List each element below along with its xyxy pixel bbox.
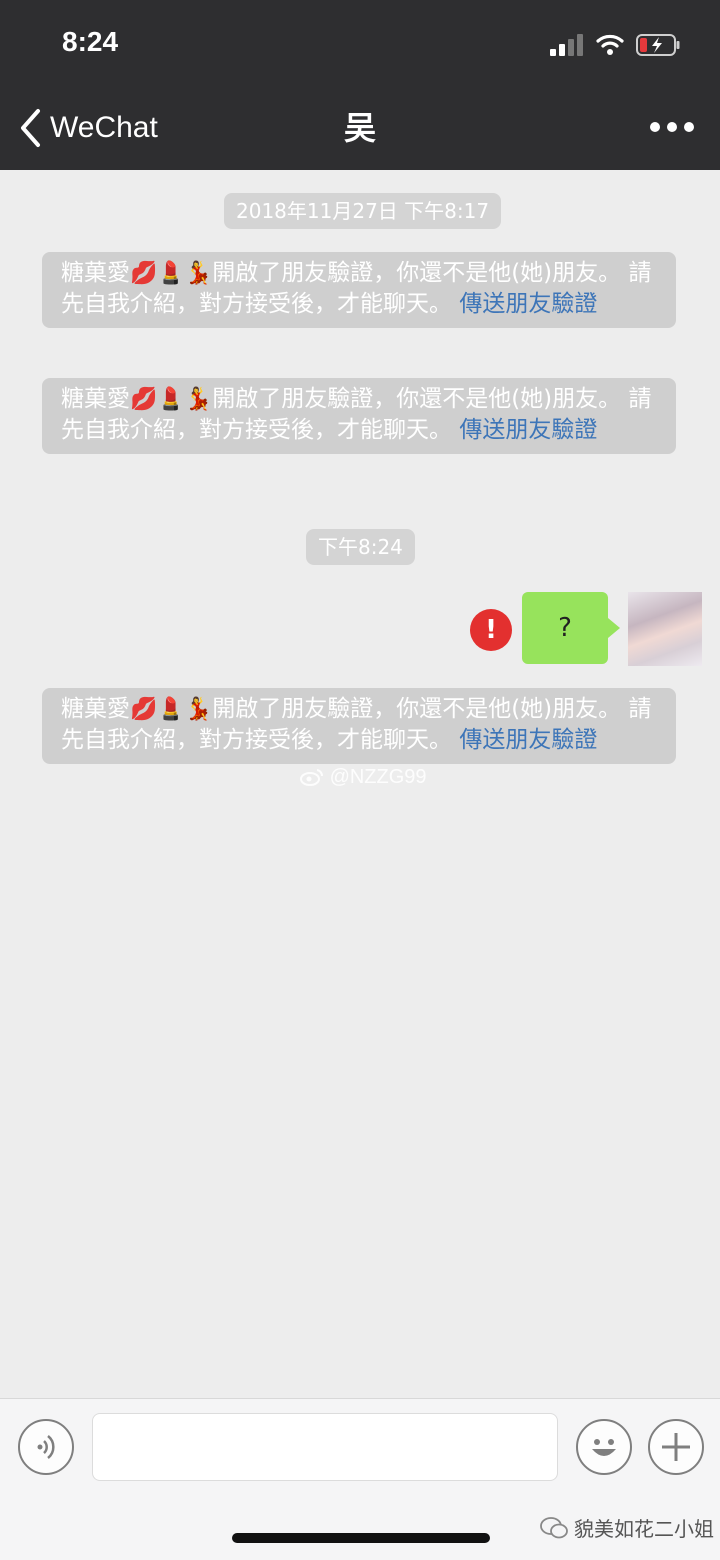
timestamp: 2018年11月27日 下午8:17 [224,193,502,229]
status-time: 8:24 [62,26,119,57]
avatar[interactable] [628,592,702,666]
input-bar: 貌美如花二小姐 [0,1398,720,1560]
emoji-group: 💋💄💃 [130,261,213,286]
voice-button[interactable] [18,1419,74,1475]
brand-text: 貌美如花二小姐 [574,1517,714,1541]
send-verification-link[interactable]: 傳送朋友驗證 [459,417,597,443]
sender-name: 糖菓愛 [61,386,130,412]
chat-title: 吴 [343,109,376,147]
home-indicator[interactable] [232,1533,490,1543]
weibo-icon [300,769,324,786]
more-icon[interactable] [650,118,694,138]
wechat-logo-icon [540,1516,568,1538]
emoji-group: 💋💄💃 [130,387,213,412]
brand-watermark: 貌美如花二小姐 [540,1513,714,1542]
weibo-watermark: @NZZG99 [300,766,427,789]
emoji-icon [592,1439,616,1456]
header: 8:24 WeChat 吴 [0,0,720,170]
system-message: 糖菓愛💋💄💃開啟了朋友驗證，你還不是他(她)朋友。 請先自我介紹，對方接受後，才… [42,688,676,764]
timestamp: 下午8:24 [306,529,415,565]
system-message: 糖菓愛💋💄💃開啟了朋友驗證，你還不是他(她)朋友。 請先自我介紹，對方接受後，才… [42,378,676,454]
signal-icon [550,34,584,56]
message-input[interactable] [92,1413,558,1481]
emoji-group: 💋💄💃 [130,697,213,722]
status-icons [550,30,690,60]
sender-name: 糖菓愛 [61,260,130,286]
watermark-text: @NZZG99 [329,766,427,788]
send-verification-link[interactable]: 傳送朋友驗證 [459,727,597,753]
error-icon[interactable]: ! [470,609,512,651]
plus-icon [662,1433,690,1461]
emoji-button[interactable] [576,1419,632,1475]
voice-icon [37,1435,55,1459]
sender-name: 糖菓愛 [61,696,130,722]
battery-icon [636,34,680,56]
plus-button[interactable] [648,1419,704,1475]
wifi-icon [596,34,624,55]
outgoing-message-bubble[interactable]: ? [522,592,620,664]
system-message: 糖菓愛💋💄💃開啟了朋友驗證，你還不是他(她)朋友。 請先自我介紹，對方接受後，才… [42,252,676,328]
send-verification-link[interactable]: 傳送朋友驗證 [459,291,597,317]
